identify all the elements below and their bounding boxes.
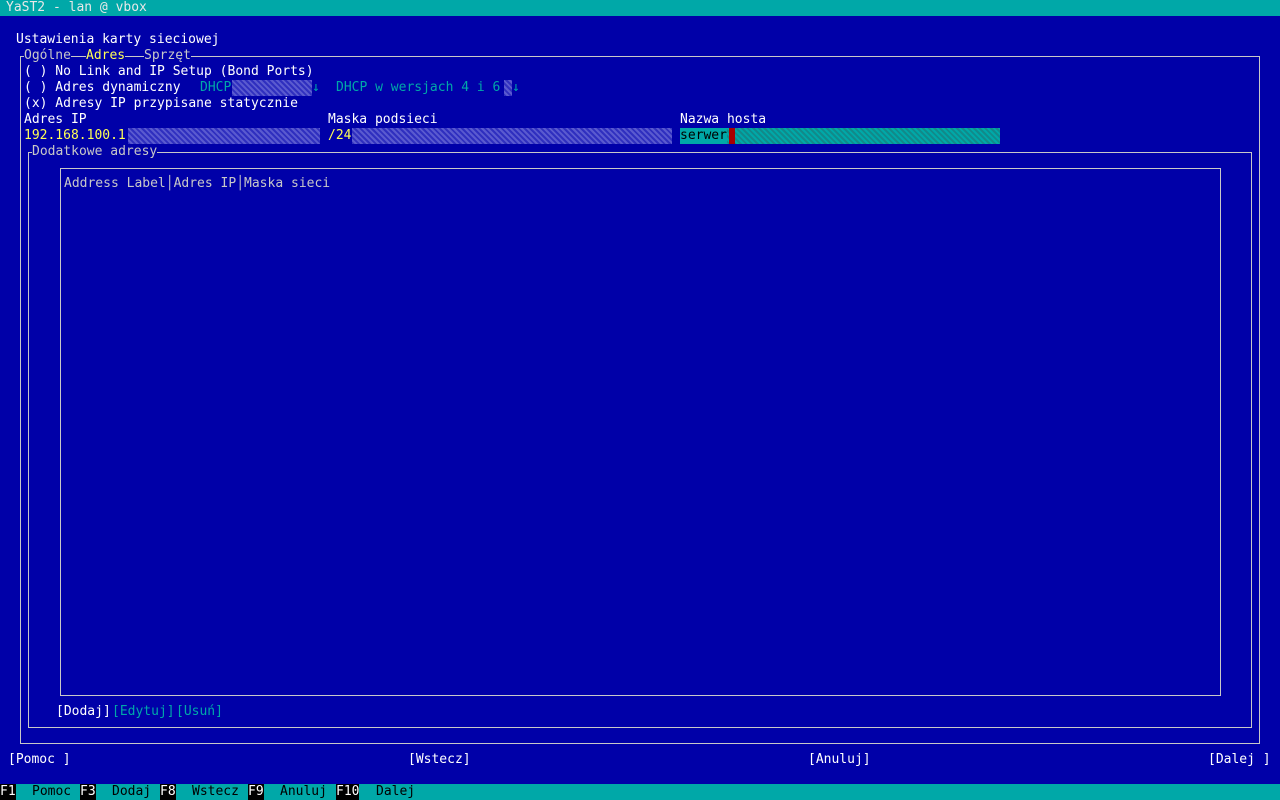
fkey-f10-label[interactable]: Dalej: [376, 784, 415, 800]
radio-static[interactable]: (x) Adresy IP przypisane statycznie: [24, 96, 298, 112]
fkey-f3-label[interactable]: Dodaj: [112, 784, 151, 800]
title-bar: YaST2 - lan @ vbox: [0, 0, 1280, 16]
dialog-title: Ustawienia karty sieciowej: [16, 32, 220, 47]
radio-no-link[interactable]: ( ) No Link and IP Setup (Bond Ports): [24, 64, 314, 80]
fkey-f9[interactable]: F9: [248, 784, 264, 800]
fkey-f1-label[interactable]: Pomoc: [32, 784, 71, 800]
col-mask[interactable]: Maska sieci: [244, 176, 330, 191]
cancel-button[interactable]: [Anuluj]: [808, 752, 871, 768]
dhcp-version-field[interactable]: [504, 80, 512, 96]
edit-address-button[interactable]: [Edytuj]: [112, 704, 175, 720]
col-address-label[interactable]: Address Label: [64, 176, 166, 191]
host-input[interactable]: serwer: [680, 128, 727, 144]
window-title: YaST2 - lan @ vbox: [6, 0, 147, 15]
radio-dynamic[interactable]: ( ) Adres dynamiczny: [24, 80, 181, 96]
fkey-f1[interactable]: F1: [0, 784, 16, 800]
mask-label: Maska podsieci: [328, 112, 438, 127]
mask-input-fill[interactable]: [352, 128, 672, 144]
fkey-f3[interactable]: F3: [80, 784, 96, 800]
function-key-bar: F1 Pomoc F3 Dodaj F8 Wstecz F9 Anuluj F1…: [0, 784, 1280, 800]
table-header: Address Label│Adres IP│Maska sieci: [64, 176, 331, 191]
tab-ogolne[interactable]: Ogólne: [24, 48, 71, 64]
dhcp-select-arrow-icon[interactable]: ↓: [312, 80, 320, 96]
text-cursor: [729, 128, 735, 144]
dhcp-version-arrow-icon[interactable]: ↓: [512, 80, 520, 96]
help-button[interactable]: [Pomoc ]: [8, 752, 71, 768]
host-input-fill[interactable]: [680, 128, 1000, 144]
fkey-f10[interactable]: F10: [336, 784, 360, 800]
additional-title: Dodatkowe adresy: [32, 144, 158, 160]
address-table[interactable]: [60, 168, 1221, 696]
add-address-button[interactable]: [Dodaj]: [56, 704, 111, 720]
tab-adres[interactable]: Adres: [86, 48, 126, 64]
host-label: Nazwa hosta: [680, 112, 767, 127]
dhcp-version-select[interactable]: DHCP w wersjach 4 i 6: [336, 80, 500, 96]
col-ip[interactable]: Adres IP: [174, 176, 237, 191]
tab-sprzet[interactable]: Sprzęt: [144, 48, 191, 64]
next-button[interactable]: [Dalej ]: [1208, 752, 1271, 768]
dhcp-select[interactable]: DHCP: [200, 80, 231, 96]
ip-input[interactable]: 192.168.100.1: [24, 128, 126, 144]
mask-input[interactable]: /24: [328, 128, 351, 144]
dhcp-select-field[interactable]: [232, 80, 312, 96]
ip-input-fill[interactable]: [128, 128, 320, 144]
fkey-f9-label[interactable]: Anuluj: [280, 784, 327, 800]
back-button[interactable]: [Wstecz]: [408, 752, 471, 768]
ip-label: Adres IP: [24, 112, 87, 127]
fkey-f8[interactable]: F8: [160, 784, 176, 800]
fkey-f8-label[interactable]: Wstecz: [192, 784, 239, 800]
delete-address-button[interactable]: [Usuń]: [176, 704, 223, 720]
